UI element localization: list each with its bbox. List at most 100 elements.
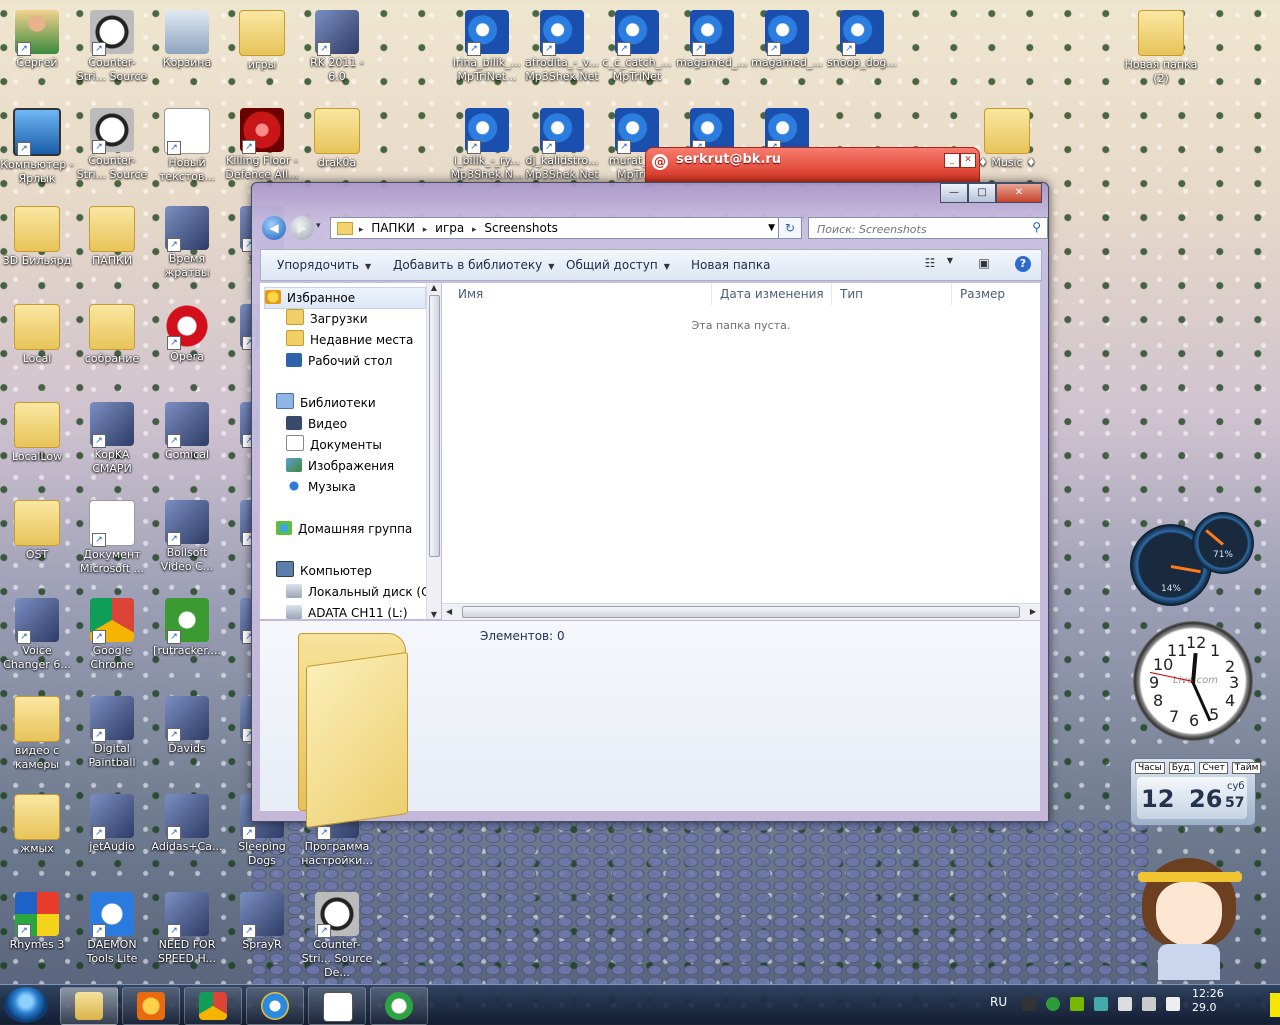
views-dropdown[interactable]: ▼ bbox=[941, 256, 959, 272]
breadcrumb-separator[interactable]: ▸ bbox=[472, 225, 477, 235]
organize-button[interactable]: Упорядочить ▼ bbox=[277, 250, 371, 280]
desktop-icon-item[interactable]: LocalLow bbox=[0, 398, 74, 488]
desktop-icon-item[interactable]: ↗ Killing Floor - Defence All... bbox=[225, 104, 299, 194]
nav-images[interactable]: Изображения bbox=[286, 456, 394, 476]
mail-notification[interactable]: @ serkrut@bk.ru _ ✕ bbox=[645, 147, 980, 185]
desktop-icon-item[interactable]: ↗ Voice Changer 6... bbox=[0, 594, 74, 684]
tab-clock[interactable]: Часы bbox=[1135, 762, 1165, 774]
desktop-icon-item[interactable]: ↗ Counter-Stri... Source De... bbox=[300, 888, 374, 979]
nav-video[interactable]: Видео bbox=[286, 414, 347, 434]
help-icon[interactable]: ? bbox=[1015, 256, 1031, 272]
search-box[interactable]: ⚲ bbox=[808, 217, 1048, 239]
desktop-icon-item[interactable]: 3D Бильярд bbox=[0, 202, 74, 292]
desktop-icon-item[interactable]: ↗ Google Chrome bbox=[75, 594, 149, 684]
scroll-up-arrow[interactable]: ▲ bbox=[427, 283, 441, 292]
column-type[interactable]: Тип bbox=[832, 283, 952, 305]
network-icon[interactable] bbox=[1142, 997, 1156, 1011]
desktop-icon-item[interactable]: Новая папка (2) bbox=[1124, 6, 1198, 96]
mail-close-button[interactable]: ✕ bbox=[960, 153, 976, 168]
desktop-icon-item[interactable]: ↗ Adidas+Ca... bbox=[150, 790, 224, 880]
desktop-icon-item[interactable]: ♦ Music ♦ bbox=[970, 104, 1044, 194]
desktop-icon-item[interactable]: ↗ i_bilik_-_ry... Mp3Shek.N... bbox=[450, 104, 524, 194]
desktop-icon-item[interactable]: Корзина bbox=[150, 6, 224, 96]
column-size[interactable]: Размер bbox=[952, 283, 1040, 305]
new-folder-button[interactable]: Новая папка bbox=[691, 250, 770, 280]
forward-button[interactable]: ▶ bbox=[290, 216, 314, 240]
desktop-icon-item[interactable]: ↗ Документ Microsoft ... bbox=[75, 496, 149, 586]
tray-green-icon[interactable] bbox=[1046, 997, 1060, 1011]
tray-app-icon[interactable] bbox=[1022, 997, 1036, 1011]
add-to-library-button[interactable]: Добавить в библиотеку ▼ bbox=[393, 250, 554, 280]
refresh-button[interactable]: ↻ bbox=[778, 217, 802, 239]
breadcrumb-screenshots[interactable]: Screenshots bbox=[480, 218, 561, 238]
volume-icon[interactable] bbox=[1166, 997, 1180, 1011]
desktop-icon-item[interactable]: ↗ afrodita_-_v... Mp3Shek.Net bbox=[525, 6, 599, 96]
ram-gauge[interactable]: 71% bbox=[1192, 512, 1254, 574]
desktop-icon-item[interactable]: OST bbox=[0, 496, 74, 586]
nav-favorites[interactable]: Избранное bbox=[264, 287, 426, 309]
search-icon[interactable]: ⚲ bbox=[1032, 220, 1041, 234]
desktop-icon-item[interactable]: ↗ magamed_... bbox=[750, 6, 824, 96]
history-dropdown[interactable]: ▾ bbox=[316, 221, 326, 231]
desktop-icon-item[interactable]: ↗ Boilsoft Video C... bbox=[150, 496, 224, 586]
taskbar-ie[interactable] bbox=[246, 987, 304, 1025]
desktop-icon-item[interactable]: ПАПКИ bbox=[75, 202, 149, 292]
nav-downloads[interactable]: Загрузки bbox=[286, 309, 368, 329]
nav-computer[interactable]: Компьютер bbox=[276, 561, 372, 581]
desktop-icon-item[interactable]: ↗ magamed_... bbox=[675, 6, 749, 96]
scroll-right-arrow[interactable]: ▶ bbox=[1030, 604, 1036, 620]
anime-character-gadget[interactable] bbox=[1136, 852, 1242, 980]
back-button[interactable]: ◀ bbox=[262, 216, 286, 240]
desktop-icon-item[interactable]: ↗ RK 2011 - 6.0 bbox=[300, 6, 374, 96]
column-date-modified[interactable]: Дата изменения bbox=[712, 283, 832, 305]
desktop-icon-item[interactable]: ↗ jetAudio bbox=[75, 790, 149, 880]
preview-pane-icon[interactable]: ▣ bbox=[975, 256, 993, 272]
desktop-icon-item[interactable]: ↗ SprayR bbox=[225, 888, 299, 978]
desktop-icon-item[interactable]: видео с камеры bbox=[0, 692, 74, 782]
desktop-icon-item[interactable]: ↗ Opera bbox=[150, 300, 224, 390]
desktop-icon-item[interactable]: ↗ KopKA СМАРИ bbox=[75, 398, 149, 488]
desktop-icon-item[interactable]: ↗ [rutracker.... bbox=[150, 594, 224, 684]
horizontal-scroll-thumb[interactable] bbox=[462, 606, 1020, 618]
desktop-icon-item[interactable]: ↗ Counter-Stri... Source bbox=[75, 104, 149, 194]
nav-pane-scrollbar[interactable]: ▲ ▼ bbox=[426, 283, 441, 619]
breadcrumb-papki[interactable]: ПАПКИ bbox=[367, 218, 419, 238]
digital-clock-gadget[interactable]: Часы Буд. Счет Тайм 12 26 суб 57 bbox=[1130, 758, 1262, 826]
start-button[interactable] bbox=[4, 987, 48, 1023]
tab-counter[interactable]: Счет bbox=[1199, 762, 1228, 774]
desktop-icon-item[interactable]: ↗ dj_kalidstro... Mp3Shek.Net bbox=[525, 104, 599, 194]
desktop-icon-item[interactable]: ↗ Comical bbox=[150, 398, 224, 488]
desktop-icon-item[interactable]: ↗ DAEMON Tools Lite bbox=[75, 888, 149, 978]
desktop-icon-item[interactable]: ↗ Компьютер - Ярлык bbox=[0, 104, 74, 194]
tray-clock[interactable]: 12:26 29.0 bbox=[1192, 987, 1224, 1015]
nav-libraries[interactable]: Библиотеки bbox=[276, 393, 376, 413]
file-list[interactable]: Имя Дата изменения Тип Размер Эта папка … bbox=[442, 283, 1040, 620]
breadcrumb-separator[interactable]: ▸ bbox=[423, 225, 428, 235]
desktop-icon-item[interactable]: ↗ Rhymes 3 bbox=[0, 888, 74, 978]
scroll-down-arrow[interactable]: ▼ bbox=[427, 610, 441, 619]
desktop-icon-item[interactable]: ↗ Время жратвы bbox=[150, 202, 224, 292]
nav-disk-l[interactable]: ADATA CH11 (L:) bbox=[286, 603, 408, 619]
nav-recent[interactable]: Недавние места bbox=[286, 330, 413, 350]
language-indicator[interactable]: RU bbox=[990, 995, 1007, 1009]
desktop-icon-item[interactable]: собрание bbox=[75, 300, 149, 390]
desktop-icon-item[interactable]: ↗ Новый текстов... bbox=[150, 104, 224, 194]
nav-desktop[interactable]: Рабочий стол bbox=[286, 351, 392, 371]
address-dropdown[interactable]: ▼ bbox=[768, 218, 775, 238]
breadcrumb-separator[interactable]: ▸ bbox=[359, 225, 364, 235]
show-desktop-button[interactable] bbox=[1270, 993, 1280, 1017]
taskbar-notepad[interactable] bbox=[308, 987, 366, 1025]
desktop-icon-item[interactable]: ↗ irina_bilik_... MpTriNet... bbox=[450, 6, 524, 96]
scroll-thumb[interactable] bbox=[429, 295, 440, 557]
close-button[interactable]: ✕ bbox=[996, 183, 1042, 203]
taskbar-explorer[interactable] bbox=[60, 987, 118, 1025]
analog-clock[interactable]: 12 1 2 3 4 5 6 7 8 9 10 11 Live.com bbox=[1133, 621, 1253, 741]
nav-music[interactable]: Музыка bbox=[286, 477, 356, 497]
taskbar-chrome[interactable] bbox=[184, 987, 242, 1025]
tab-alarm[interactable]: Буд. bbox=[1168, 762, 1196, 774]
tab-timer[interactable]: Тайм bbox=[1231, 762, 1262, 774]
action-center-flag-icon[interactable] bbox=[1118, 997, 1132, 1011]
horizontal-scrollbar[interactable]: ◀ ▶ bbox=[442, 603, 1040, 620]
desktop-icon-item[interactable]: drak0a bbox=[300, 104, 374, 194]
desktop-icon-item[interactable]: ↗ Davids bbox=[150, 692, 224, 782]
